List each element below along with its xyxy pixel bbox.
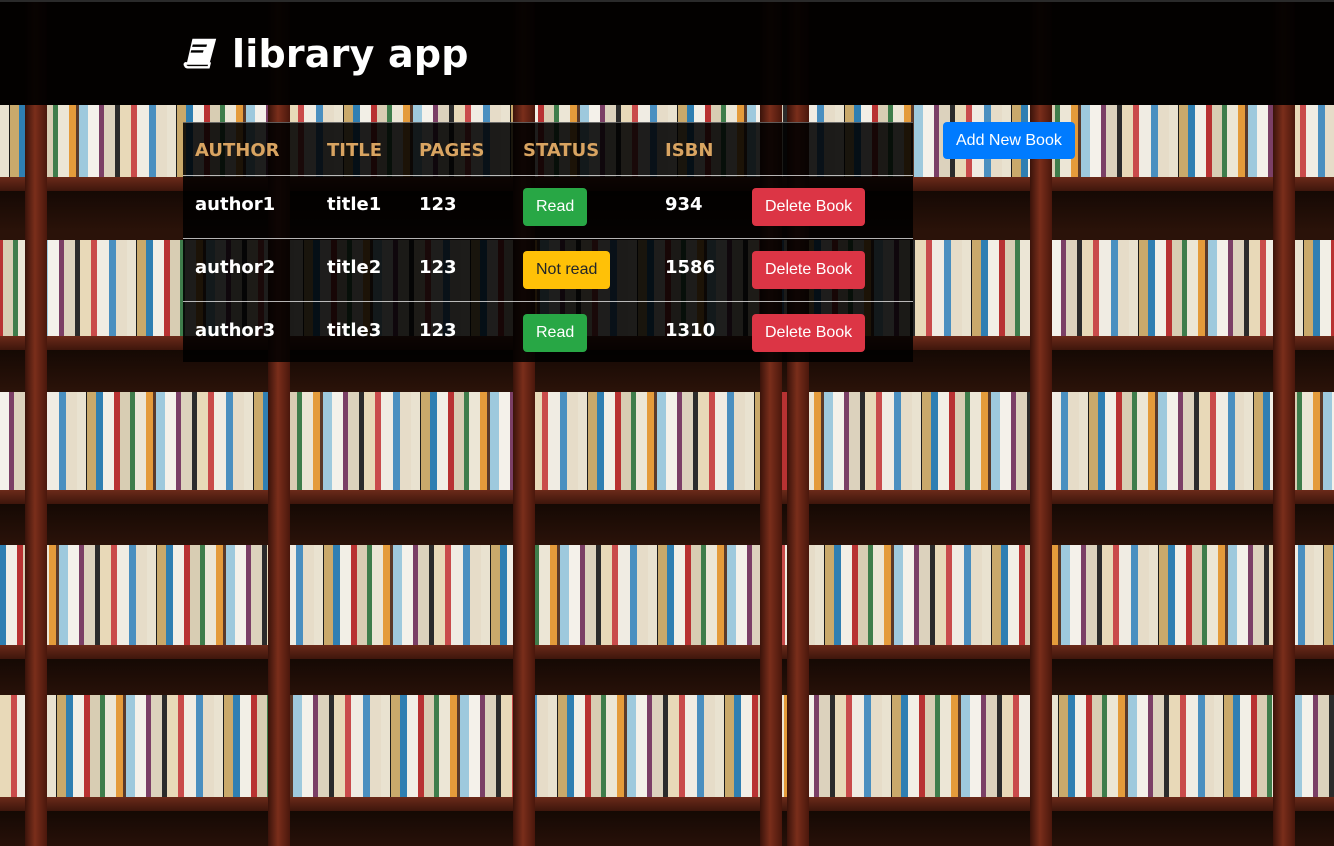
status-toggle-button[interactable]: Not read xyxy=(523,251,611,289)
pages-cell: 123 xyxy=(419,194,457,215)
books-table: AUTHOR TITLE PAGES STATUS ISBN author1 t… xyxy=(183,122,913,362)
author-cell: author2 xyxy=(195,257,276,278)
add-new-book-button[interactable]: Add New Book xyxy=(943,122,1075,159)
delete-book-button[interactable]: Delete Book xyxy=(752,188,866,226)
title-cell: title2 xyxy=(327,257,382,278)
delete-book-button[interactable]: Delete Book xyxy=(752,314,866,352)
column-header-isbn: ISBN xyxy=(665,140,714,161)
isbn-cell: 934 xyxy=(665,194,703,215)
table-row: author2 title2 123 Not read 1586 Delete … xyxy=(183,238,913,301)
brand: library app xyxy=(182,32,469,76)
isbn-cell: 1586 xyxy=(665,257,716,278)
title-cell: title1 xyxy=(327,194,382,215)
column-header-title: TITLE xyxy=(327,140,383,161)
column-header-author: AUTHOR xyxy=(195,140,280,161)
status-toggle-button[interactable]: Read xyxy=(523,188,588,226)
title-cell: title3 xyxy=(327,320,382,341)
author-cell: author1 xyxy=(195,194,276,215)
pages-cell: 123 xyxy=(419,320,457,341)
table-header: AUTHOR TITLE PAGES STATUS ISBN xyxy=(183,123,913,175)
column-header-pages: PAGES xyxy=(419,140,485,161)
book-icon xyxy=(183,38,217,69)
app-title: library app xyxy=(232,32,469,76)
delete-book-button[interactable]: Delete Book xyxy=(752,251,866,289)
author-cell: author3 xyxy=(195,320,276,341)
isbn-cell: 1310 xyxy=(665,320,716,341)
pages-cell: 123 xyxy=(419,257,457,278)
table-row: author3 title3 123 Read 1310 Delete Book xyxy=(183,301,913,364)
column-header-status: STATUS xyxy=(523,140,600,161)
table-row: author1 title1 123 Read 934 Delete Book xyxy=(183,175,913,238)
status-toggle-button[interactable]: Read xyxy=(523,314,588,352)
app-header: library app xyxy=(0,0,1334,105)
